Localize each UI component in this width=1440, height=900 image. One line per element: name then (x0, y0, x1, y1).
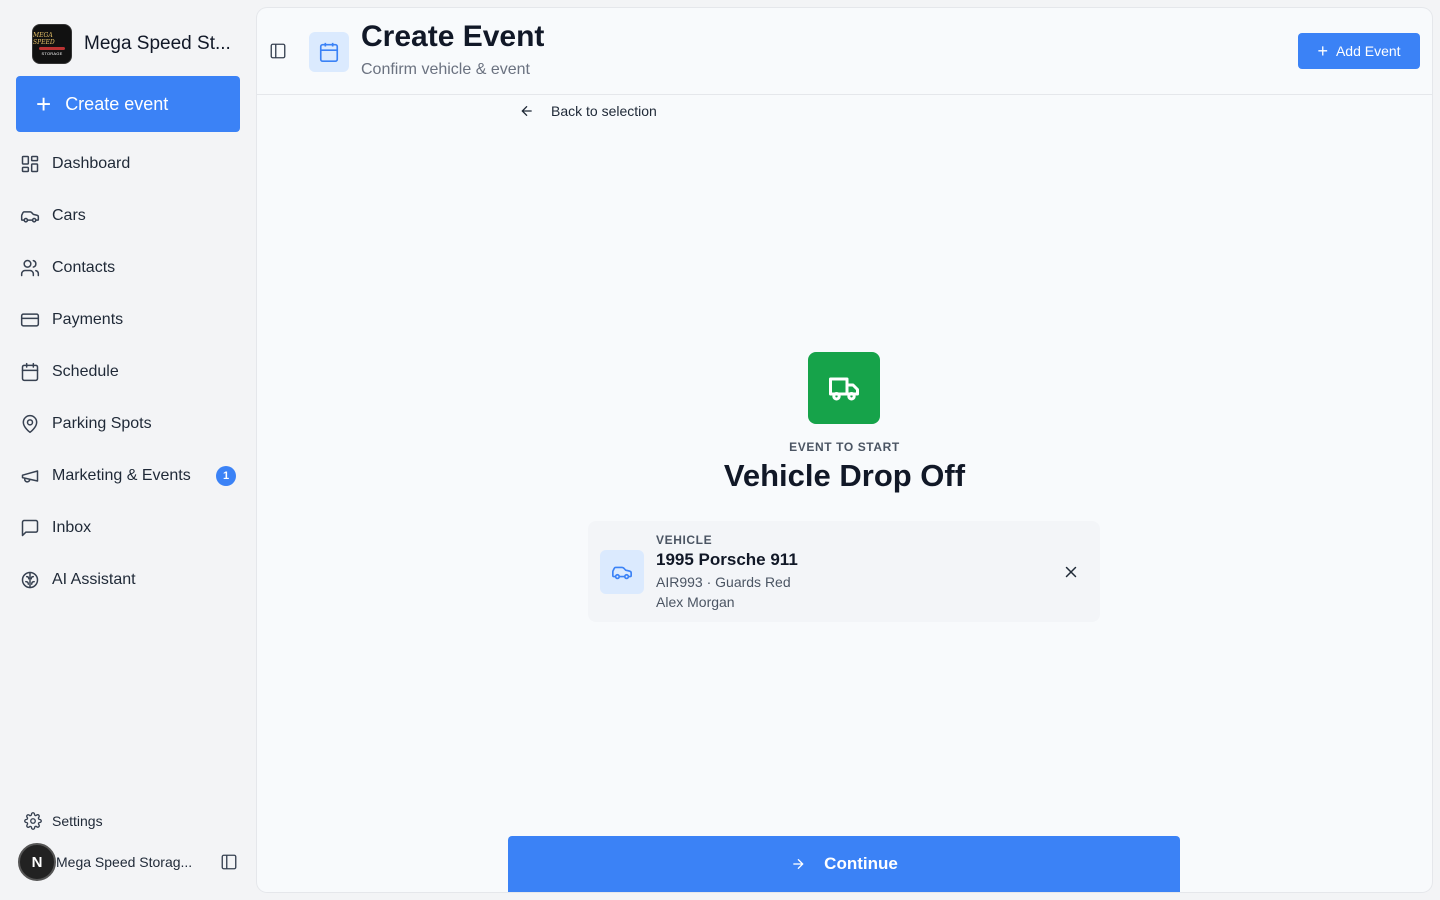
back-label: Back to selection (551, 103, 657, 119)
vehicle-detail: AIR993 · Guards Red (656, 574, 791, 590)
continue-label: Continue (824, 854, 898, 873)
sidebar-item-cars[interactable]: Cars (16, 190, 240, 242)
arrow-right-icon (793, 858, 804, 870)
add-event-label: Add Event (1335, 43, 1401, 59)
credit-card-icon (20, 310, 40, 330)
sidebar-item-schedule[interactable]: Schedule (16, 346, 240, 398)
main-panel: Create Event Confirm vehicle & event + A… (257, 8, 1432, 892)
gear-icon (24, 812, 42, 830)
sidebar: MEGA SPEED STORAGE Mega Speed St... + Cr… (0, 0, 256, 900)
sidebar-item-label: Payments (52, 311, 124, 328)
sidebar-item-label: Dashboard (52, 155, 131, 172)
sidebar-item-inbox[interactable]: Inbox (16, 502, 240, 554)
page-subtitle: Confirm vehicle & event (361, 61, 530, 78)
brain-icon (20, 570, 40, 590)
calendar-icon (309, 32, 349, 72)
logo-text-top: MEGA SPEED (33, 32, 55, 46)
sidebar-nav: Dashboard Cars Contacts Payments Schedul… (16, 138, 240, 606)
user-name: Mega Speed Storag... (56, 854, 193, 870)
sidebar-item-label: Contacts (52, 259, 116, 276)
user-menu[interactable]: N Mega Speed Storag... (18, 843, 240, 881)
sidebar-item-label: AI Assistant (52, 571, 136, 588)
car-icon (20, 206, 40, 226)
car-icon (600, 550, 644, 594)
sidebar-item-label: Inbox (52, 519, 92, 536)
create-event-button[interactable]: + Create event (16, 76, 240, 132)
add-event-button[interactable]: + Add Event (1298, 33, 1420, 69)
truck-icon (808, 352, 880, 424)
sidebar-item-label: Cars (52, 207, 86, 224)
sidebar-item-label: Schedule (52, 363, 119, 380)
avatar: N (18, 843, 56, 881)
plus-icon: + (36, 89, 52, 119)
vehicle-owner: Alex Morgan (656, 594, 735, 610)
settings-label: Settings (52, 813, 103, 829)
settings-link[interactable]: Settings (24, 812, 103, 830)
vehicle-label: VEHICLE (656, 533, 713, 547)
plus-icon: + (1317, 41, 1328, 61)
sidebar-toggle-icon[interactable] (269, 42, 287, 65)
page-header: Create Event Confirm vehicle & event + A… (257, 8, 1432, 95)
map-pin-icon (20, 414, 40, 434)
logo-text-bottom: STORAGE (41, 51, 63, 56)
event-title: Vehicle Drop Off (723, 458, 966, 493)
sidebar-item-payments[interactable]: Payments (16, 294, 240, 346)
sidebar-item-label: Parking Spots (52, 415, 152, 432)
sidebar-item-label: Marketing & Events (52, 467, 191, 484)
vehicle-card: VEHICLE 1995 Porsche 911 AIR993 · Guards… (588, 521, 1100, 622)
vehicle-name: 1995 Porsche 911 (656, 550, 798, 569)
close-icon[interactable] (1062, 563, 1080, 581)
continue-button[interactable]: Continue (508, 836, 1180, 892)
sidebar-item-parking-spots[interactable]: Parking Spots (16, 398, 240, 450)
logo-car-graphic (39, 47, 65, 50)
create-event-label: Create event (65, 93, 169, 114)
brand-logo: MEGA SPEED STORAGE (32, 24, 72, 64)
brand-name: Mega Speed St... (84, 33, 231, 54)
dashboard-icon (20, 154, 40, 174)
page-title: Create Event (361, 20, 545, 53)
event-kicker: EVENT TO START (789, 440, 900, 454)
sidebar-toggle-icon[interactable] (220, 853, 238, 876)
brand[interactable]: MEGA SPEED STORAGE Mega Speed St... (32, 24, 231, 64)
arrow-left-icon (521, 105, 532, 117)
message-square-icon (20, 518, 40, 538)
calendar-icon (20, 362, 40, 382)
sidebar-item-ai-assistant[interactable]: AI Assistant (16, 554, 240, 606)
megaphone-icon (20, 466, 40, 486)
sidebar-item-contacts[interactable]: Contacts (16, 242, 240, 294)
users-icon (20, 258, 40, 278)
sidebar-item-marketing-events[interactable]: Marketing & Events 1 (16, 450, 240, 502)
notification-badge: 1 (216, 466, 236, 486)
back-to-selection-link[interactable]: Back to selection (519, 103, 657, 119)
sidebar-item-dashboard[interactable]: Dashboard (16, 138, 240, 190)
